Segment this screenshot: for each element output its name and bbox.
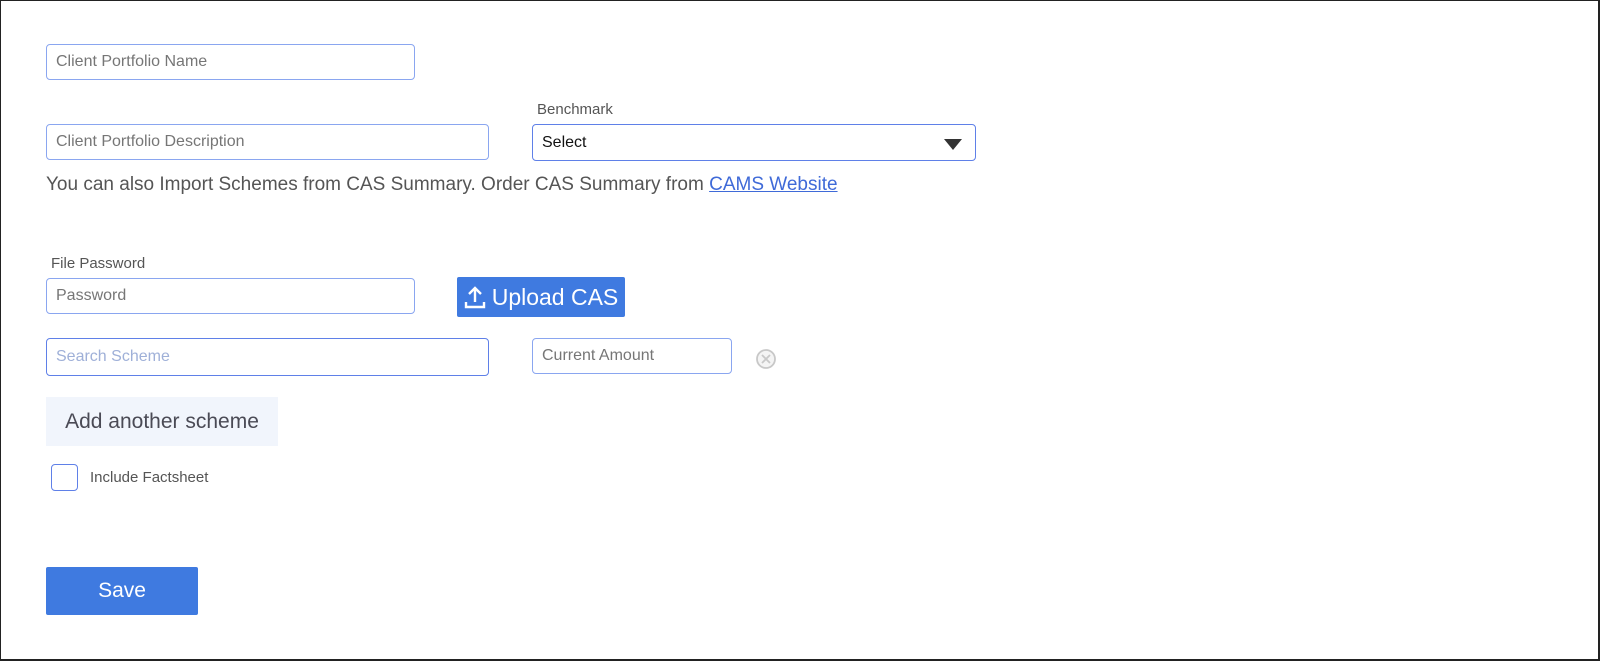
benchmark-select[interactable]: Select [532,124,976,161]
include-factsheet-label: Include Factsheet [90,469,209,486]
benchmark-selected-value: Select [542,133,587,151]
portfolio-description-input[interactable] [46,124,489,160]
file-password-label: File Password [51,255,146,272]
current-amount-input[interactable] [532,338,732,374]
benchmark-label: Benchmark [537,101,613,118]
upload-icon [464,285,486,309]
portfolio-form: Benchmark Select You can also Import Sch… [0,0,1600,661]
file-password-input[interactable] [46,278,415,314]
search-scheme-input[interactable] [46,338,489,376]
include-factsheet-checkbox[interactable] [51,464,78,491]
portfolio-name-input[interactable] [46,44,415,80]
cams-website-link[interactable]: CAMS Website [709,174,837,195]
caret-down-icon [944,139,962,150]
close-circle-icon[interactable] [755,348,777,370]
cas-import-text: You can also Import Schemes from CAS Sum… [46,174,710,195]
save-button[interactable]: Save [46,567,198,615]
upload-cas-button[interactable]: Upload CAS [457,277,625,317]
cas-import-info: You can also Import Schemes from CAS Sum… [46,174,838,196]
upload-cas-label: Upload CAS [491,283,619,310]
add-another-scheme-button[interactable]: Add another scheme [46,397,278,446]
